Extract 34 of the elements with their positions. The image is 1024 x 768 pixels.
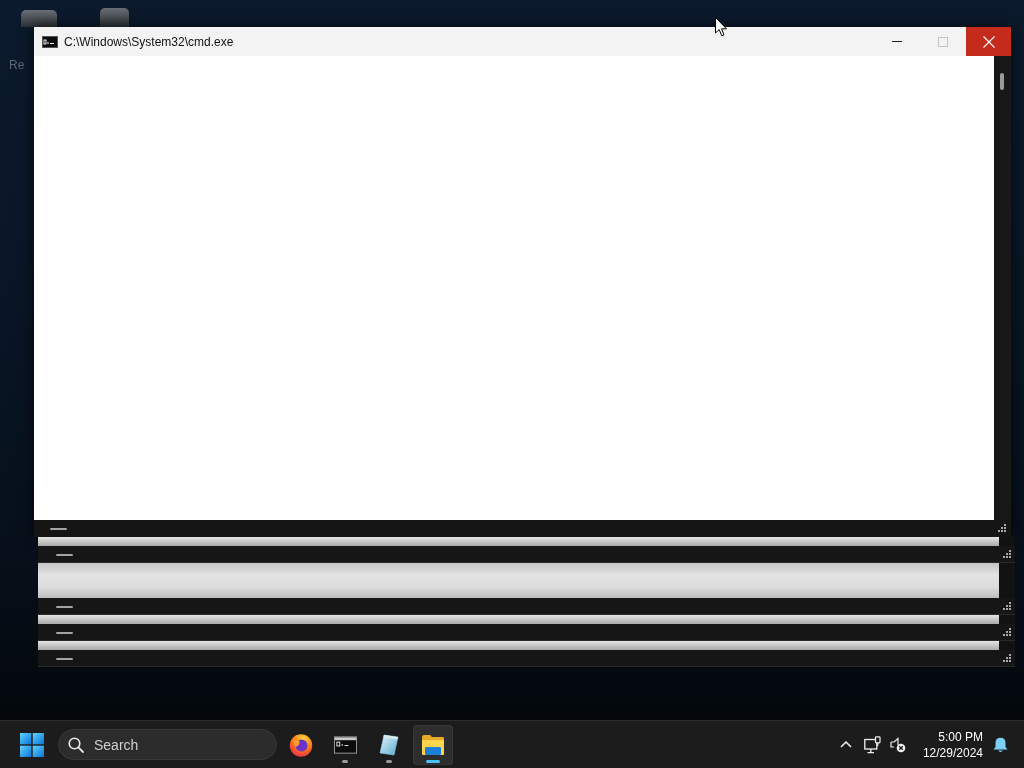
browser-icon: [289, 732, 313, 757]
clock-date[interactable]: 12/29/2024: [922, 744, 983, 761]
scrollbar-thumb: [56, 657, 73, 660]
terminal-icon: [333, 735, 357, 754]
horizontal-scrollbar[interactable]: [34, 520, 1011, 537]
maximize-icon: [938, 36, 948, 47]
clock-time[interactable]: 5:00 PM: [938, 728, 983, 745]
network-icon: [863, 735, 881, 754]
scrollbar-thumb[interactable]: [50, 527, 67, 530]
folder-icon: [421, 733, 445, 756]
resize-grip-icon[interactable]: [1003, 628, 1012, 637]
resize-grip-icon[interactable]: [1003, 550, 1012, 559]
search-field[interactable]: Search: [58, 729, 277, 760]
desktop-icon[interactable]: [21, 10, 57, 27]
notepad-icon: [377, 732, 401, 757]
taskbar-app-button[interactable]: [413, 724, 453, 765]
resize-grip-icon[interactable]: [998, 524, 1007, 533]
windows-logo-icon: [20, 732, 44, 757]
speaker-muted-icon: [889, 736, 906, 753]
scrollbar-thumb: [56, 553, 73, 556]
search-icon: [68, 737, 84, 753]
bell-icon: [993, 736, 1008, 753]
scrollbar-thumb: [56, 605, 73, 608]
terminal-icon: [42, 35, 58, 48]
scrollbar-thumb[interactable]: [1000, 73, 1004, 90]
close-icon: [982, 35, 995, 48]
resize-grip-icon[interactable]: [1003, 602, 1012, 611]
chevron-up-icon: [839, 741, 852, 748]
scrollbar-thumb: [56, 631, 73, 634]
desktop-icon[interactable]: [100, 8, 129, 27]
vertical-scrollbar[interactable]: [994, 56, 1011, 520]
window-title: C:\Windows\System32\cmd.exe: [64, 34, 234, 49]
minimize-icon: [892, 41, 902, 42]
resize-grip-icon[interactable]: [1003, 654, 1012, 663]
